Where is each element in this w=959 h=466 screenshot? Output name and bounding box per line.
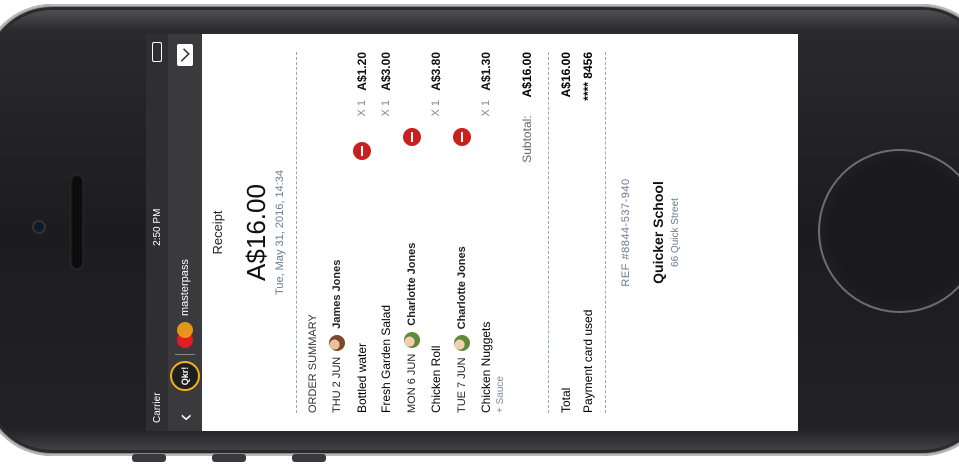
reference-number: REF #8844-537-940 bbox=[620, 178, 632, 287]
nav-bar: ‹ Qkr! masterpass bbox=[168, 34, 202, 431]
front-camera bbox=[34, 222, 44, 232]
item-modifier: + Sauce bbox=[495, 376, 506, 413]
day-label: THU 2 JUN bbox=[331, 356, 343, 413]
divider bbox=[605, 52, 606, 413]
logo-divider bbox=[175, 354, 195, 355]
total-label: Total bbox=[559, 387, 573, 413]
item-price: A$3.80 bbox=[429, 52, 443, 91]
page-title: Receipt bbox=[210, 210, 225, 255]
battery-icon bbox=[152, 42, 162, 62]
receipt-amount: A$16.00 bbox=[241, 184, 271, 281]
subtotal-label: Subtotal: bbox=[520, 115, 534, 163]
item-name: Chicken Roll bbox=[429, 345, 443, 413]
avatar bbox=[454, 335, 470, 352]
day-header: THU 2 JUN James Jones bbox=[329, 52, 345, 413]
item-qty: X 1 bbox=[480, 100, 492, 117]
item-price: A$1.20 bbox=[355, 52, 369, 91]
brand-logos: Qkr! masterpass bbox=[170, 259, 200, 391]
person-name: Charlotte Jones bbox=[406, 242, 418, 326]
item-price: A$1.30 bbox=[479, 52, 493, 91]
carrier-label: Carrier bbox=[151, 392, 163, 423]
volume-up-button bbox=[212, 454, 246, 462]
status-bar: Carrier 2:50 PM bbox=[146, 34, 168, 431]
subtotal-row: Subtotal: A$16.00 bbox=[520, 52, 534, 413]
remove-item-button[interactable] bbox=[403, 128, 421, 146]
chevron-left-icon[interactable]: ‹ bbox=[172, 401, 197, 421]
list-item: Fresh Garden Salad X 1 A$3.00 bbox=[379, 52, 393, 413]
volume-down-button bbox=[292, 454, 326, 462]
masterpass-label: masterpass bbox=[179, 259, 191, 316]
receipt-content: Receipt A$16.00 Tue, May 31, 2016, 14:34… bbox=[202, 34, 681, 431]
status-time: 2:50 PM bbox=[151, 208, 163, 246]
payment-row: Payment card used **** 8456 bbox=[581, 52, 595, 413]
item-name: Fresh Garden Salad bbox=[379, 304, 393, 413]
list-item: Chicken Nuggets X 1 A$1.30 bbox=[479, 52, 493, 413]
item-name: Chicken Nuggets bbox=[479, 321, 493, 413]
order-summary-label: ORDER SUMMARY bbox=[307, 314, 319, 413]
list-item: Chicken Roll X 1 A$3.80 bbox=[429, 52, 443, 413]
remove-item-button[interactable] bbox=[453, 128, 471, 146]
divider bbox=[296, 52, 297, 413]
phone-screen: Carrier 2:50 PM ‹ Qkr! masterpass Receip… bbox=[146, 34, 798, 431]
item-qty: X 1 bbox=[380, 100, 392, 117]
earpiece-speaker bbox=[70, 174, 84, 270]
mastercard-icon bbox=[177, 322, 193, 348]
merchant-name: Quicker School bbox=[650, 181, 666, 284]
item-price: A$3.00 bbox=[379, 52, 393, 91]
merchant-address: 66 Quick Street bbox=[670, 198, 681, 267]
receipt-app: Carrier 2:50 PM ‹ Qkr! masterpass Receip… bbox=[146, 34, 798, 431]
item-qty: X 1 bbox=[356, 100, 368, 117]
item-name: Bottled water bbox=[355, 342, 369, 413]
day-header: MON 6 JUN Charlotte Jones bbox=[403, 52, 421, 413]
payment-label: Payment card used bbox=[581, 309, 595, 413]
qkr-logo: Qkr! bbox=[170, 361, 200, 391]
person-name: James Jones bbox=[331, 259, 343, 329]
remove-item-button[interactable] bbox=[353, 142, 371, 160]
avatar bbox=[329, 334, 345, 351]
payment-value: **** 8456 bbox=[581, 52, 595, 101]
list-item: Bottled water X 1 A$1.20 bbox=[353, 52, 371, 413]
total-row: Total A$16.00 bbox=[559, 52, 573, 413]
subtotal-value: A$16.00 bbox=[520, 52, 534, 98]
receipt-date: Tue, May 31, 2016, 14:34 bbox=[274, 170, 286, 295]
avatar bbox=[404, 331, 420, 348]
day-label: MON 6 JUN bbox=[406, 353, 418, 413]
mute-switch bbox=[132, 454, 166, 462]
divider bbox=[548, 52, 549, 413]
day-label: TUE 7 JUN bbox=[456, 357, 468, 413]
day-header: TUE 7 JUN Charlotte Jones bbox=[453, 52, 471, 413]
person-name: Charlotte Jones bbox=[456, 246, 468, 330]
item-qty: X 1 bbox=[430, 100, 442, 117]
mail-icon[interactable] bbox=[177, 44, 193, 66]
total-value: A$16.00 bbox=[559, 52, 573, 98]
